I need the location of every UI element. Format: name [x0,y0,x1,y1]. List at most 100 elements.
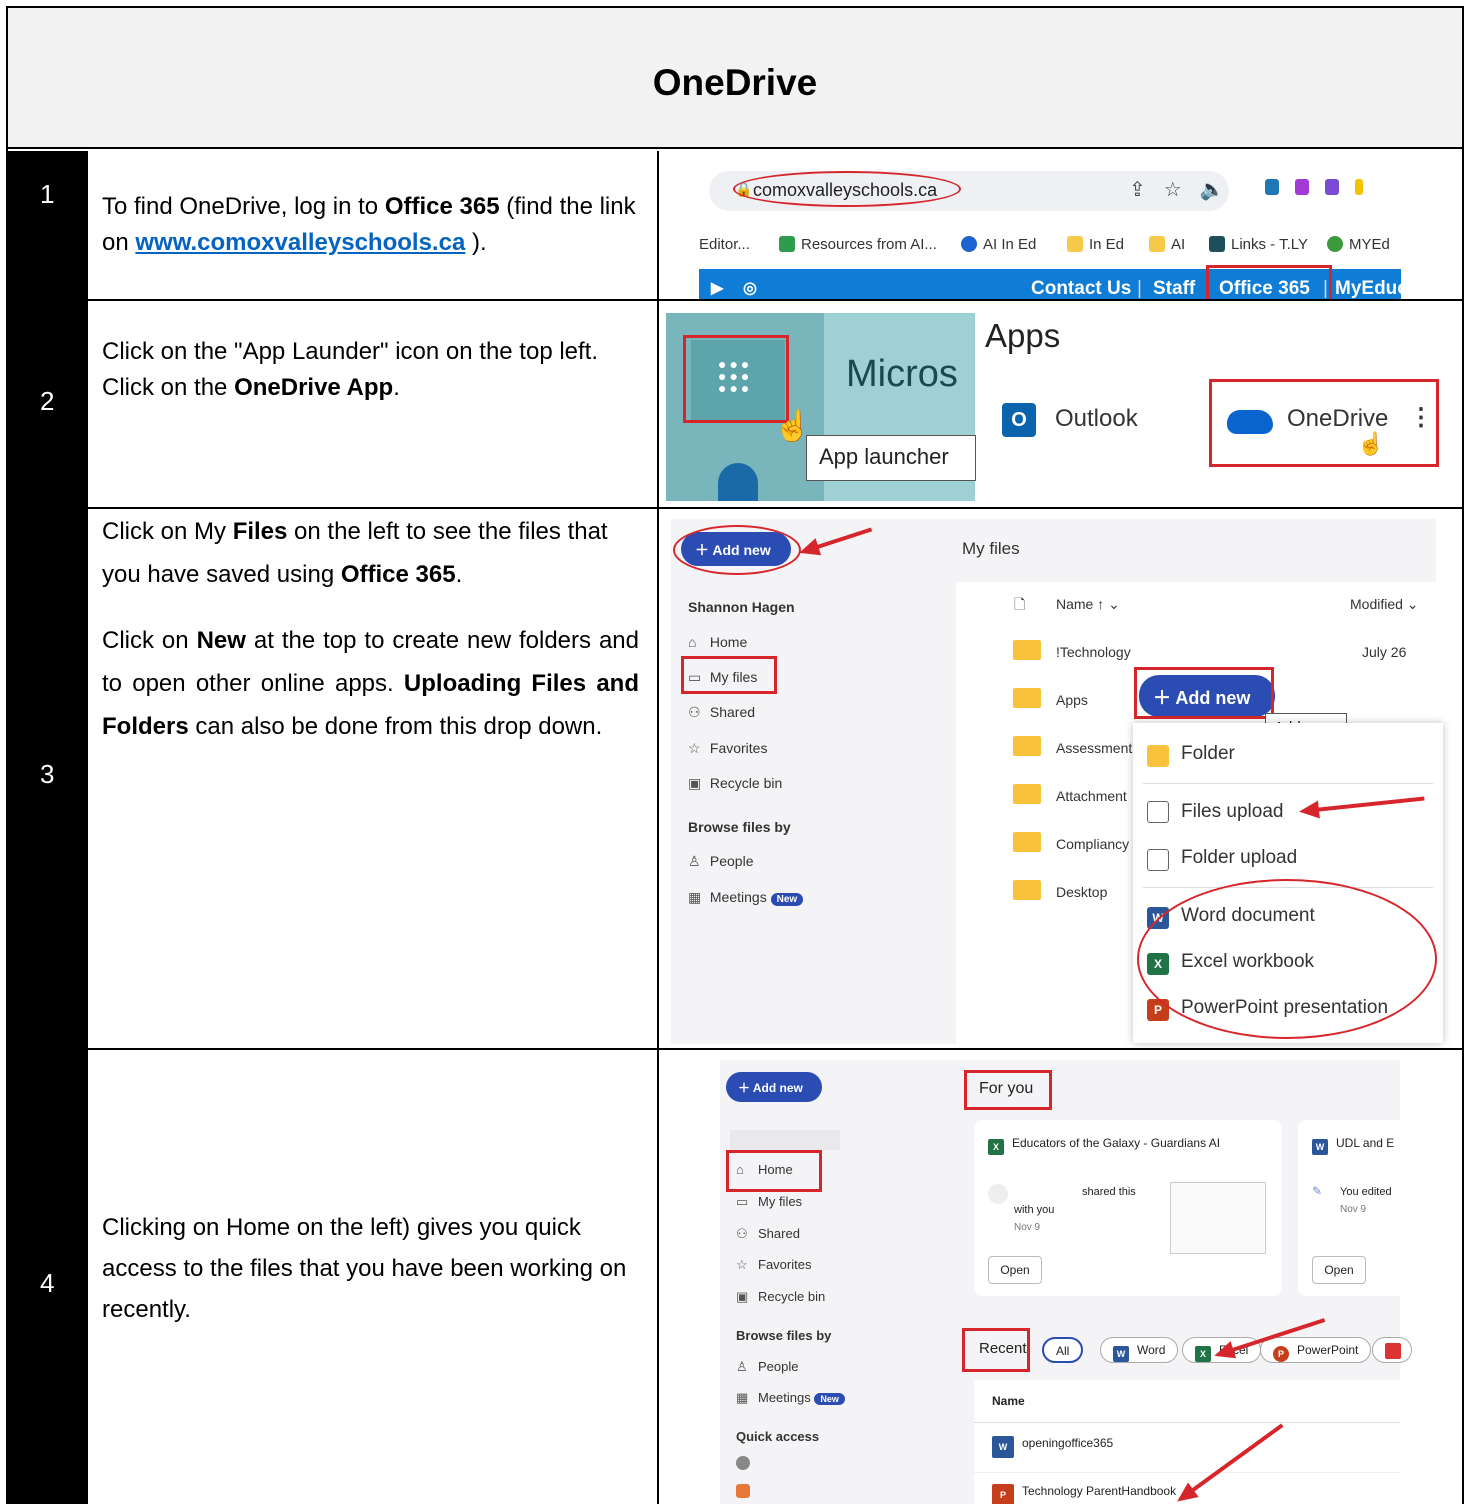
people-icon: ⚇ [736,1226,748,1241]
nav-my-files[interactable]: ▭ My files [736,1194,802,1210]
card-title: X Educators of the Galaxy - Guardians AI [988,1136,1220,1155]
text-run: Click on the [102,374,235,401]
open-button[interactable]: Open [1312,1256,1366,1284]
bookmark-label: AI In Ed [983,236,1037,253]
text-bold: Office 365 [340,560,456,588]
bookmark[interactable]: Resources from AI... [779,236,937,253]
menu-item-folder[interactable]: Folder [1181,743,1235,765]
puzzle-icon[interactable] [1295,179,1309,195]
powerpoint-icon: P [1273,1346,1289,1362]
screenshot-app-launcher: ●●● ●●● ●●● Micros App launcher ☝ Apps O O… [661,301,1462,507]
home-icon[interactable] [718,463,758,501]
more-options-icon[interactable]: ⋮ [1409,403,1433,432]
bookmark[interactable]: In Ed [1067,236,1124,253]
nav-favorites[interactable]: ☆ Favorites [688,740,767,757]
nav-contact[interactable]: Contact Us [1031,278,1131,299]
filter-chip-word[interactable]: W Word [1100,1337,1179,1363]
nav-label: Favorites [709,740,768,756]
chip-label: Word [1137,1343,1166,1357]
card-shared-text: shared this [1082,1186,1136,1198]
folder-name[interactable]: Desktop [1056,884,1107,900]
col-modified-header[interactable]: Modified ⌄ [1350,596,1419,613]
add-new-button[interactable]: ＋ Add new [726,1072,822,1102]
star-icon: ☆ [688,740,701,756]
highlight-ellipse [1137,879,1437,1039]
nav-recycle-bin[interactable]: ▣ Recycle bin [736,1289,825,1305]
card-date: Nov 9 [1340,1204,1367,1215]
instagram-icon[interactable]: ◎ [743,278,757,298]
screenshot-my-files: ＋ Add new Shannon Hagen ⌂ Home ▭ My file… [661,509,1462,1048]
bookmark[interactable]: Links - T.LY [1209,236,1308,253]
text-run: To find OneDrive, log in to [102,193,385,220]
filter-chip-pdf[interactable] [1372,1337,1412,1363]
nav-favorites[interactable]: ☆ Favorites [736,1257,811,1273]
step-row-1: 1 To find OneDrive, log in to Office 365… [8,151,1462,301]
bookmark-label: AI [1171,236,1186,253]
bookmark[interactable]: Editor... [699,236,750,253]
nav-home[interactable]: ⌂ Home [688,634,747,650]
nav-meetings[interactable]: ▦ Meetings New [688,889,804,906]
bookmark[interactable]: AI In Ed [961,236,1036,253]
outlook-icon[interactable]: O [1002,403,1036,437]
folder-name[interactable]: Apps [1056,692,1088,708]
nav-meetings[interactable]: ▦ Meetings New [736,1390,845,1406]
file-card[interactable]: W UDL and E ✎ You edited Nov 9 Open [1298,1120,1400,1296]
folder-icon [1067,236,1083,252]
onedrive-label[interactable]: OneDrive [1287,405,1388,433]
step-row-3: 3 Click on My Files on the left to see t… [8,509,1462,1050]
card-title-text: Educators of the Galaxy - Guardians AI [1012,1136,1221,1150]
file-header-icon: 🗋 [1014,596,1026,612]
folder-name[interactable]: Compliancy [1056,836,1129,852]
menu-item-files-upload[interactable]: Files upload [1181,801,1283,823]
nav-shared[interactable]: ⚇ Shared [736,1226,800,1242]
school-link[interactable]: www.comoxvalleyschools.ca [135,229,465,256]
nav-people[interactable]: ♙ People [688,853,753,870]
folder-name[interactable]: Assessment [1056,740,1132,756]
list-item[interactable]: Wopeningoffice365 [992,1436,1113,1458]
nav-staff[interactable]: Staff [1153,278,1195,299]
youtube-icon[interactable]: ▶ [711,278,723,298]
pdf-icon [1385,1343,1401,1359]
text-run: Click on My [102,518,233,545]
quick-access-icon[interactable] [736,1456,750,1470]
extension-icon[interactable] [1265,179,1279,195]
folder-name[interactable]: Attachment [1056,788,1127,804]
redacted-block [730,1130,840,1150]
filter-chip-powerpoint[interactable]: P PowerPoint [1260,1337,1372,1363]
folder-name[interactable]: !Technology [1056,644,1131,660]
nav-myeduc[interactable]: MyEduc [1335,278,1408,299]
list-item[interactable]: P Technology ParentHandbook [992,1484,1176,1504]
outlook-label[interactable]: Outlook [1055,405,1138,433]
screenshot-browser: 🔒 comoxvalleyschools.ca ⇪☆🔈 Editor... Re… [661,151,1462,299]
title-row: OneDrive [8,8,1462,149]
file-card[interactable]: X Educators of the Galaxy - Guardians AI … [974,1120,1282,1296]
extension-icon[interactable] [1355,179,1363,195]
open-button[interactable]: Open [988,1256,1042,1284]
file-name: openingoffice365 [1022,1436,1114,1450]
filter-chip-all[interactable]: All [1042,1337,1084,1363]
highlight-ellipse [673,525,801,575]
col-name-header[interactable]: Name ↑ ⌄ [1056,596,1120,613]
quick-access-icon[interactable] [736,1484,750,1498]
nav-shared[interactable]: ⚇ Shared [688,704,755,721]
nav-label: My files [758,1194,803,1209]
onedrive-icon[interactable] [1227,410,1273,434]
text-run: Click on [102,627,197,655]
extension-icon[interactable] [1325,179,1339,195]
nav-label: Shared [758,1226,800,1241]
trash-icon: ▣ [736,1289,749,1304]
chip-label: PowerPoint [1297,1343,1359,1357]
col-name-header[interactable]: Name [992,1394,1025,1408]
nav-people[interactable]: ♙ People [736,1359,798,1375]
bookmark[interactable]: AI [1149,236,1185,253]
folder-upload-icon [1147,849,1169,871]
nav-recycle-bin[interactable]: ▣ Recycle bin [688,775,782,792]
step-text: To find OneDrive, log in to Office 365 (… [102,189,639,261]
nav-label: Meetings [709,889,767,905]
word-icon: W [1312,1139,1328,1155]
folder-icon [1013,784,1041,804]
calendar-icon: ▦ [688,889,702,905]
bookmark[interactable]: MYEd [1327,236,1390,253]
folder-icon: ▭ [736,1194,749,1209]
menu-item-folder-upload[interactable]: Folder upload [1181,847,1297,869]
